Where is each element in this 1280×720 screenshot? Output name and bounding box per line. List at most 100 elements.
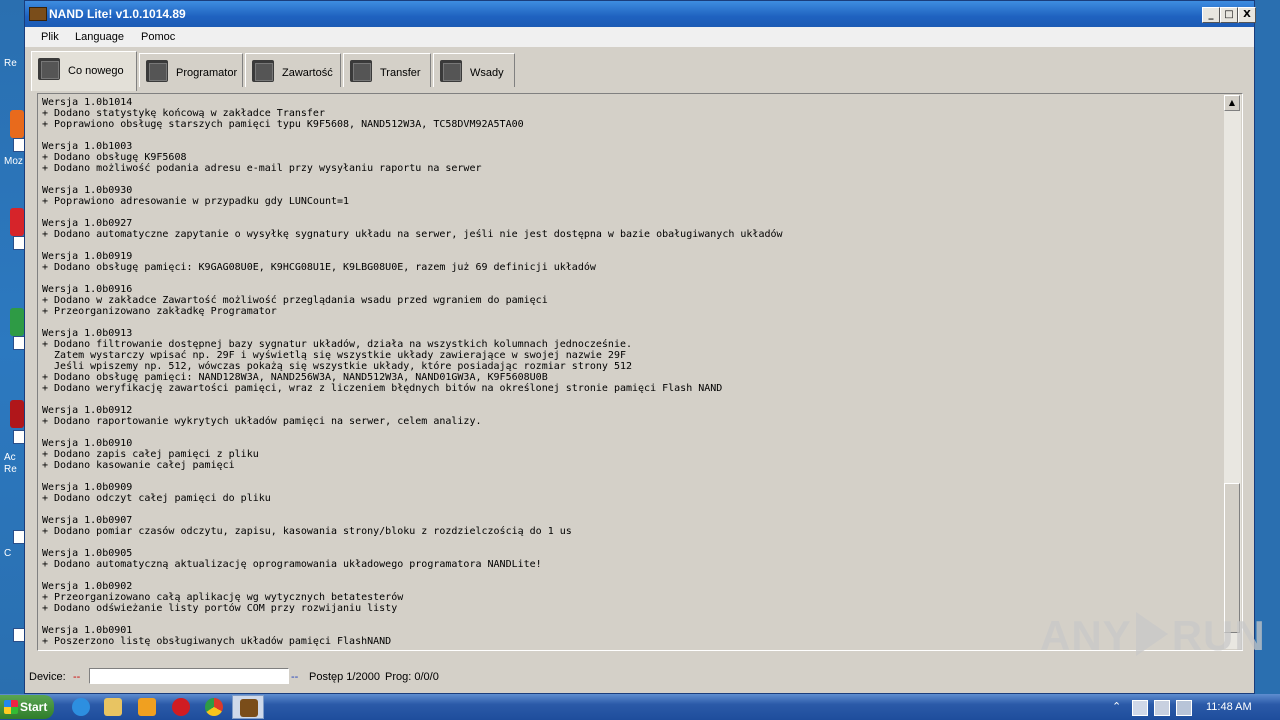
version-heading: Wersja 1.0b0910 (42, 438, 133, 449)
changelog-line: Jeśli wpiszemy np. 512, wówczas pokażą s… (42, 361, 633, 372)
changelog-line (42, 317, 1222, 328)
menu-file[interactable]: Plik (41, 31, 59, 43)
changelog-line: + Dodano filtrowanie dostępnej bazy sygn… (42, 339, 633, 350)
shortcut-arrow-icon (13, 628, 24, 642)
tab-batches[interactable]: Wsady (433, 53, 515, 87)
tab-programmer[interactable]: Programator (139, 53, 243, 87)
windows-logo-icon (4, 700, 18, 714)
changelog-line: + Dodano obsługę pamięci: K9GAG08U0E, K9… (42, 262, 596, 273)
changelog-line: + Dodano w zakładce Zawartość możliwość … (42, 295, 548, 306)
explorer-icon[interactable] (104, 698, 122, 716)
changelog-line (42, 471, 1222, 482)
tab-label: Transfer (380, 67, 421, 79)
device-value: -- (73, 671, 81, 683)
scroll-thumb[interactable] (1224, 483, 1240, 633)
version-heading: Wersja 1.0b0916 (42, 284, 133, 295)
menu-language[interactable]: Language (75, 31, 124, 43)
watermark-text: ANY (1040, 612, 1132, 659)
chip-icon (146, 60, 168, 82)
watermark-text: RUN (1171, 612, 1266, 659)
changelog-line: + Dodano kasowanie całej pamięci (42, 460, 235, 471)
nand-app-taskbar-button[interactable] (232, 695, 264, 719)
desktop-label: Moz (4, 156, 23, 167)
clock: 11:48 AM (1206, 701, 1252, 713)
window-title: NAND Lite! v1.0.1014.89 (49, 7, 186, 21)
version-heading: Wersja 1.0b1014 (42, 97, 133, 108)
changelog-line: + Dodano odczyt całej pamięci do pliku (42, 493, 271, 504)
changelog-line: + Dodano automatyczną aktualizację oprog… (42, 559, 542, 570)
menu-help[interactable]: Pomoc (141, 31, 175, 43)
shortcut-arrow-icon (13, 138, 24, 152)
changelog-line: + Dodano zapis całej pamięci z pliku (42, 449, 259, 460)
status-separator: -- (291, 671, 299, 683)
changelog-line: + Dodano obsługę K9F5608 (42, 152, 187, 163)
changelog-line (42, 570, 1222, 581)
desktop-label: Ac (4, 452, 16, 463)
maximize-button[interactable]: □ (1220, 7, 1238, 23)
volume-icon[interactable] (1176, 700, 1192, 716)
changelog-line (42, 207, 1222, 218)
chrome-icon[interactable] (10, 308, 24, 336)
changelog-line: + Poprawiono obsługę starszych pamięci t… (42, 119, 524, 130)
desktop-label: Re (4, 464, 17, 475)
start-button[interactable]: Start (0, 695, 54, 719)
media-icon[interactable] (138, 698, 156, 716)
shortcut-arrow-icon (13, 530, 24, 544)
changelog-text[interactable]: Wersja 1.0b1014 + Dodano statystykę końco… (42, 97, 1222, 649)
changelog-line: + Dodano statystykę końcową w zakładce T… (42, 108, 325, 119)
vertical-scrollbar[interactable]: ▲ (1224, 95, 1241, 649)
desktop-strip-right (1254, 0, 1280, 694)
changelog-line: Zatem wystarczy wpisać np. 29F i wyświet… (42, 350, 626, 361)
changelog-line: + Przeorganizowano zakładkę Programator (42, 306, 277, 317)
version-heading: Wersja 1.0b0905 (42, 548, 133, 559)
tab-label: Co nowego (68, 65, 124, 77)
progress-text: Postęp 1/2000 (309, 671, 380, 683)
shortcut-arrow-icon (13, 336, 24, 350)
changelog-line (42, 427, 1222, 438)
opera-icon[interactable] (172, 698, 190, 716)
firefox-icon[interactable] (10, 110, 24, 138)
version-heading: Wersja 1.0b0930 (42, 185, 133, 196)
chip-icon (350, 60, 372, 82)
menu-bar: Plik Language Pomoc (25, 27, 1254, 47)
version-heading: Wersja 1.0b0907 (42, 515, 133, 526)
tab-transfer[interactable]: Transfer (343, 53, 431, 87)
shortcut-arrow-icon (13, 430, 24, 444)
network-icon[interactable] (1154, 700, 1170, 716)
reader-icon[interactable] (10, 400, 24, 428)
changelog-line: + Przeorganizowano całą aplikację wg wyt… (42, 592, 404, 603)
version-heading: Wersja 1.0b0909 (42, 482, 133, 493)
start-label: Start (20, 700, 48, 714)
nand-app-icon (240, 699, 258, 717)
scroll-up-icon[interactable]: ▲ (1224, 95, 1240, 111)
prog-text: Prog: 0/0/0 (385, 671, 439, 683)
action-center-icon[interactable] (1132, 700, 1148, 716)
changelog-line: + Dodano obsługę pamięci: NAND128W3A, NA… (42, 372, 548, 383)
tab-label: Zawartość (282, 67, 333, 79)
changelog-line: + Dodano raportowanie wykrytych układów … (42, 416, 482, 427)
anyrun-watermark: ANY RUN (1040, 612, 1266, 660)
version-heading: Wersja 1.0b0912 (42, 405, 133, 416)
changelog-line: + Dodano weryfikację zawartości pamięci,… (42, 383, 723, 394)
changelog-line (42, 394, 1222, 405)
ie-icon[interactable] (72, 698, 90, 716)
tab-whats-new[interactable]: Co nowego (31, 51, 137, 91)
system-tray: ⌃ (1104, 694, 1280, 720)
tab-content[interactable]: Zawartość (245, 53, 341, 87)
chrome-icon[interactable] (205, 698, 223, 716)
acrobat-icon[interactable] (10, 208, 24, 236)
changelog-line (42, 240, 1222, 251)
title-bar[interactable]: NAND Lite! v1.0.1014.89 _ □ X (25, 1, 1256, 27)
changelog-panel: Wersja 1.0b1014 + Dodano statystykę końco… (37, 93, 1243, 651)
minimize-button[interactable]: _ (1202, 7, 1220, 23)
show-hidden-icons-icon[interactable]: ⌃ (1112, 700, 1126, 714)
desktop-strip: Re Moz Ac Re C (0, 0, 24, 694)
changelog-line: + Dodano automatyczne zapytanie o wysyłk… (42, 229, 783, 240)
changelog-line (42, 537, 1222, 548)
version-heading: Wersja 1.0b0913 (42, 328, 133, 339)
play-logo-icon (1135, 612, 1168, 656)
close-button[interactable]: X (1238, 7, 1256, 23)
app-window: NAND Lite! v1.0.1014.89 _ □ X Plik Langu… (24, 0, 1256, 694)
version-heading: Wersja 1.0b0902 (42, 581, 133, 592)
tab-label: Programator (176, 67, 238, 79)
